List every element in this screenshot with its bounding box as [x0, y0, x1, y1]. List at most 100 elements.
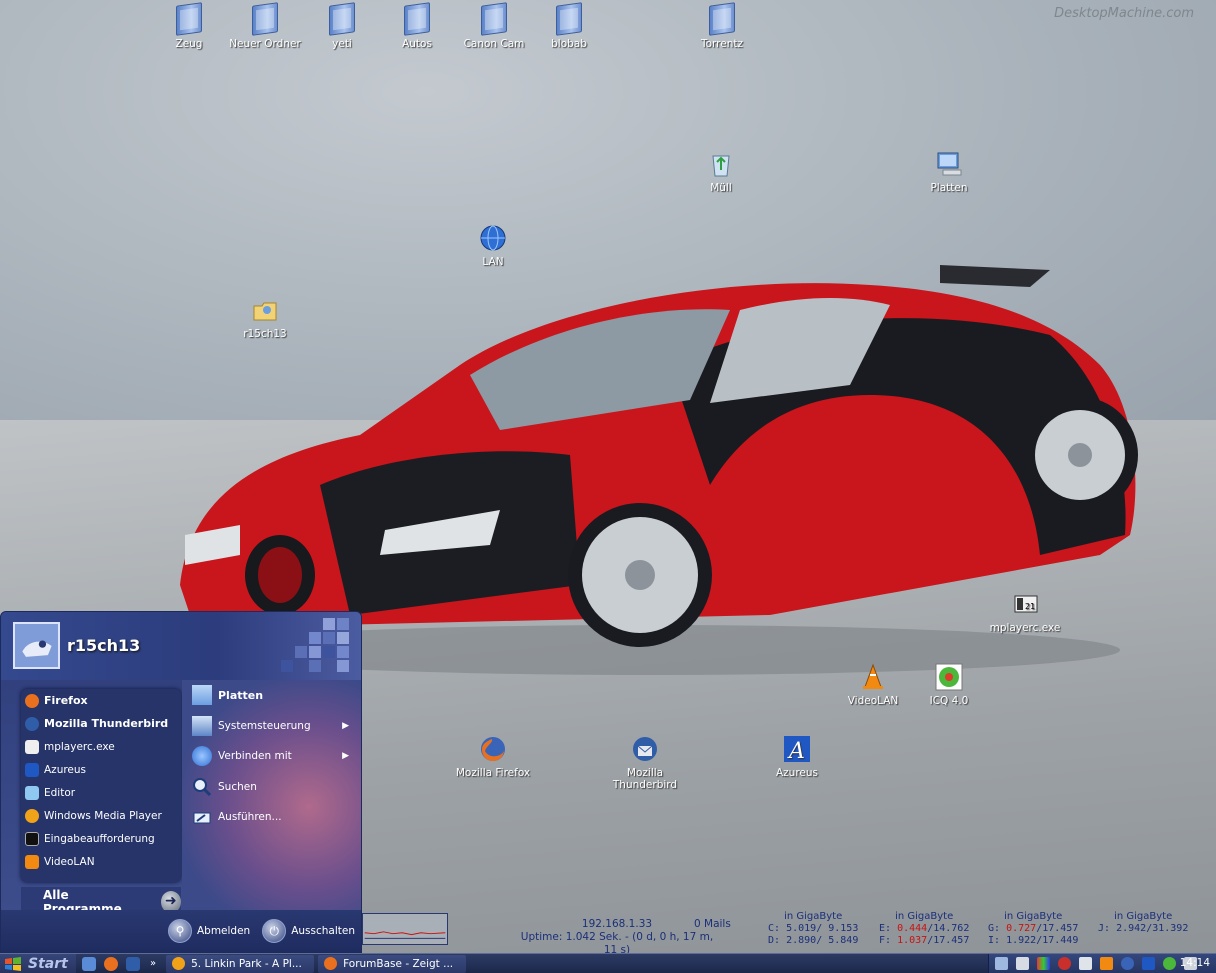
desktop-icon-muell[interactable]: Müll — [676, 150, 766, 194]
azureus-icon[interactable] — [1142, 957, 1155, 970]
quick-launch-overflow-button[interactable]: » — [150, 958, 156, 969]
svg-text:21: 21 — [1025, 602, 1035, 611]
vlc-cone-icon — [863, 663, 883, 689]
network-icon[interactable] — [995, 957, 1008, 970]
start-menu-item-videolan[interactable]: VideoLAN — [21, 850, 181, 873]
vlc-cone-icon — [25, 854, 39, 869]
start-menu-username: r15ch13 — [67, 636, 141, 655]
desktop-icon-label: VideoLAN — [847, 695, 899, 707]
start-menu-place-suchen[interactable]: Suchen — [182, 772, 361, 803]
start-button[interactable]: Start — [0, 953, 76, 973]
winamp-icon — [172, 957, 186, 970]
firefox-icon[interactable] — [104, 956, 118, 971]
desktop-icon-lan[interactable]: LAN — [448, 224, 538, 268]
disk-usage-j: in GigaByte J: 2.942/31.392 — [1098, 911, 1188, 935]
desktop-icon-platten[interactable]: Platten — [904, 150, 994, 194]
start-menu-place-systemsteuerung[interactable]: Systemsteuerung ▶ — [182, 711, 361, 742]
disk-unit-label: in GigaByte — [1114, 911, 1173, 922]
taskbar: Start » 5. Linkin Park - A Pl... ForumBa… — [0, 953, 1216, 973]
shutdown-label: Ausschalten — [291, 925, 355, 937]
start-menu-item-azureus[interactable]: Azureus — [21, 758, 181, 781]
folder-icon — [176, 2, 202, 36]
start-menu-place-ausfuehren[interactable]: Ausführen... — [182, 802, 361, 833]
start-menu-place-label: Ausführen... — [218, 811, 282, 824]
task-button-winamp[interactable]: 5. Linkin Park - A Pl... — [166, 954, 315, 973]
thunderbird-icon — [25, 716, 39, 731]
icq-flower-icon — [935, 663, 963, 691]
clock[interactable]: 14:14 — [1180, 957, 1210, 969]
desktop-icon-label: Torrentz — [700, 38, 743, 50]
disk-row-e: E: 0.444/14.762 — [879, 923, 970, 934]
disk-row-g: G: 0.727/17.457 — [988, 923, 1079, 934]
my-computer-icon — [192, 685, 212, 706]
desktop-icon-torrentz[interactable]: Torrentz — [677, 2, 767, 50]
search-icon — [193, 777, 212, 796]
logoff-button[interactable]: ⚲ Abmelden — [167, 919, 251, 943]
my-computer-icon — [937, 152, 962, 176]
power-icon: ⏻ — [262, 919, 287, 943]
start-menu-item-label: Eingabeaufforderung — [44, 832, 155, 845]
desktop-icon-azureus[interactable]: A Azureus — [752, 735, 842, 779]
shutdown-button[interactable]: ⏻ Ausschalten — [262, 919, 355, 943]
start-menu-item-windows-media-player[interactable]: Windows Media Player — [21, 804, 181, 827]
chat-icon[interactable] — [1163, 957, 1176, 970]
user-avatar[interactable] — [13, 622, 60, 669]
desktop-icon-mplayerc[interactable]: 21 mplayerc.exe — [980, 590, 1070, 634]
start-label: Start — [28, 955, 68, 972]
thunderbird-icon — [633, 737, 657, 761]
color-icon[interactable] — [1037, 957, 1050, 970]
start-menu-item-mplayerc[interactable]: mplayerc.exe — [21, 735, 181, 758]
desktop-icon-label: Zeug — [175, 38, 203, 50]
network-globe-icon — [480, 225, 506, 251]
start-menu-item-editor[interactable]: Editor — [21, 781, 181, 804]
eject-icon[interactable] — [1016, 957, 1029, 970]
desktop-icon-label: yeti — [332, 38, 352, 50]
desktop-icon-label: Azureus — [775, 767, 819, 779]
start-menu-place-label: Verbinden mit — [218, 750, 292, 763]
desktop-icon-label: mplayerc.exe — [989, 622, 1061, 634]
ip-address: 192.168.1.33 — [581, 918, 653, 930]
start-menu-place-verbinden-mit[interactable]: Verbinden mit ▶ — [182, 741, 361, 772]
start-menu-program-list: Firefox Mozilla Thunderbird mplayerc.exe… — [21, 689, 181, 882]
user-folder-icon — [253, 302, 277, 321]
start-menu-item-firefox[interactable]: Firefox — [21, 689, 181, 712]
show-desktop-icon[interactable] — [82, 956, 96, 971]
firefox-icon — [481, 737, 505, 762]
desktop-icon-icq[interactable]: ICQ 4.0 — [904, 663, 994, 707]
system-tray: 14:14 — [988, 954, 1216, 973]
network-traffic-graph — [362, 913, 448, 945]
command-prompt-icon — [25, 831, 39, 846]
refresh-icon[interactable] — [1058, 957, 1071, 970]
desktop-icon-blobab[interactable]: blobab — [524, 2, 614, 50]
disk-unit-label: in GigaByte — [784, 911, 843, 922]
logoff-label: Abmelden — [196, 925, 251, 937]
firefox-icon — [25, 693, 39, 708]
start-menu-place-label: Systemsteuerung — [218, 719, 311, 732]
word-icon[interactable] — [126, 956, 140, 971]
azureus-icon — [25, 762, 39, 777]
network-globe-icon — [192, 746, 212, 767]
desktop-icon-label: Autos — [402, 38, 432, 50]
windows-flag-icon — [5, 956, 21, 971]
sync-icon[interactable] — [1079, 957, 1092, 970]
rss-icon[interactable] — [1100, 957, 1113, 970]
start-menu-item-thunderbird[interactable]: Mozilla Thunderbird — [21, 712, 181, 735]
start-menu-item-label: mplayerc.exe — [44, 740, 115, 753]
disk-row-j: J: 2.942/31.392 — [1098, 923, 1189, 934]
desktop-icon-mozilla-firefox[interactable]: Mozilla Firefox — [448, 735, 538, 779]
disk-row-d: D: 2.890/ 5.849 — [768, 935, 859, 946]
task-button-forumbase[interactable]: ForumBase - Zeigt ... — [318, 954, 467, 973]
start-menu-item-label: Mozilla Thunderbird — [44, 717, 169, 730]
start-menu-place-label: Platten — [218, 688, 264, 702]
run-icon — [193, 812, 211, 824]
start-menu-footer: ⚲ Abmelden ⏻ Ausschalten — [1, 910, 361, 952]
start-menu-item-label: VideoLAN — [44, 855, 95, 868]
back-icon[interactable] — [1121, 957, 1134, 970]
start-menu-item-eingabeaufforderung[interactable]: Eingabeaufforderung — [21, 827, 181, 850]
desktop-icon-mozilla-thunderbird[interactable]: Mozilla Thunderbird — [600, 735, 690, 791]
start-menu-item-label: Firefox — [44, 694, 88, 707]
start-menu-place-platten[interactable]: Platten — [182, 680, 361, 711]
start-menu-item-label: Azureus — [44, 763, 87, 776]
desktop-icon-r15ch13[interactable]: r15ch13 — [220, 296, 310, 340]
disk-row-c: C: 5.019/ 9.153 — [768, 923, 859, 934]
